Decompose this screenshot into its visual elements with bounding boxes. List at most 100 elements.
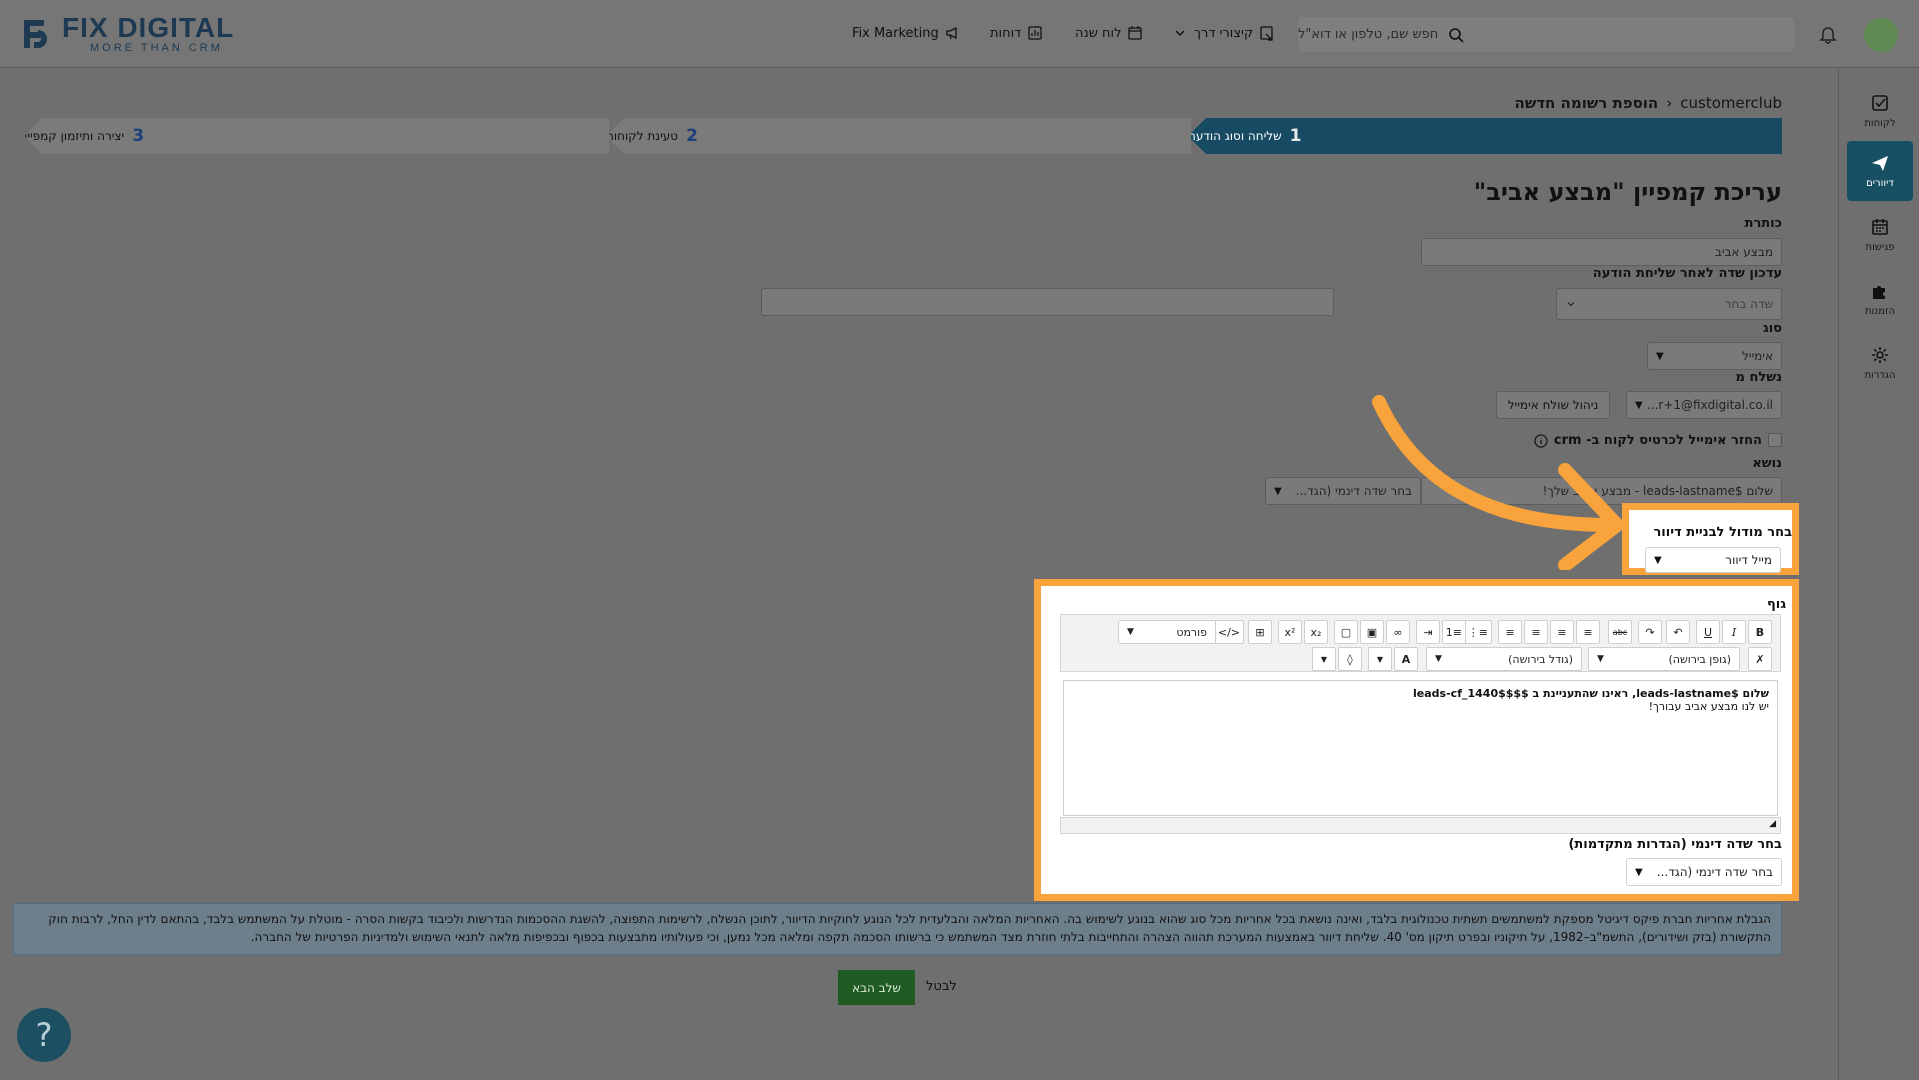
breadcrumb-separator-icon: ›: [1666, 94, 1673, 112]
body-label: גוף: [1766, 597, 1786, 612]
logo[interactable]: FIX DIGITAL MORE THAN CRM: [20, 12, 250, 56]
numbered-list-icon[interactable]: 1≡: [1441, 620, 1466, 644]
body-editor[interactable]: שלום $leads-lastname, ראינו שהתעניינת ב …: [1063, 680, 1778, 816]
puzzle-icon: [1873, 286, 1885, 299]
page-title: עריכת קמפיין "מבצע אביב": [1473, 178, 1782, 206]
size-select[interactable]: (גודל בירושה) ▼: [1426, 647, 1582, 671]
logo-text: FIX DIGITAL: [62, 12, 235, 43]
bold-button[interactable]: B: [1748, 620, 1772, 644]
nav-fix-marketing[interactable]: Fix Marketing: [852, 22, 961, 44]
background-color-dropdown-icon[interactable]: ▼: [1312, 647, 1336, 671]
editor-resize-bar[interactable]: ◢: [1060, 817, 1781, 834]
sender-select[interactable]: r+1@fixdigital.co.il... ▼: [1626, 391, 1782, 419]
strikethrough-icon[interactable]: abc: [1608, 620, 1632, 644]
dropdown-arrow-icon: ▼: [1635, 866, 1643, 878]
align-left-icon[interactable]: ≡: [1498, 620, 1522, 644]
dropdown-arrow-icon: ▼: [1654, 554, 1662, 566]
rail-item-customers[interactable]: לקוחות: [1847, 81, 1913, 141]
next-step-button[interactable]: שלב הבא: [838, 970, 915, 1005]
step-number: 3: [132, 126, 145, 146]
indent-icon[interactable]: ⇥: [1416, 620, 1440, 644]
advanced-dynamic-value: בחר שדה דינמי (הגד...: [1656, 865, 1773, 879]
image-icon[interactable]: ▣: [1360, 620, 1384, 644]
align-center-icon[interactable]: ≡: [1550, 620, 1574, 644]
document-icon[interactable]: ▢: [1334, 620, 1358, 644]
align-justify-icon[interactable]: ≡: [1576, 620, 1600, 644]
rail-item-mailings[interactable]: דיוורים: [1847, 141, 1913, 201]
nav-label: Fix Marketing: [852, 25, 939, 41]
dropdown-arrow-icon: ▼: [1656, 350, 1664, 362]
source-code-icon[interactable]: </>: [1213, 620, 1244, 644]
advanced-dynamic-label: בחר שדה דינמי (הגדרות מתקדמות): [1568, 837, 1782, 852]
clear-format-icon[interactable]: ✗: [1748, 647, 1772, 671]
step-label: טעינת לקוחות: [606, 129, 679, 143]
nav-label: קיצורי דרך: [1194, 25, 1254, 41]
send-icon: [1872, 156, 1888, 171]
search-input[interactable]: חפש שם, טלפון או דוא"ל: [1298, 17, 1794, 52]
nav-label: לוח שנה: [1075, 25, 1122, 41]
update-value-input[interactable]: [761, 288, 1334, 316]
type-select[interactable]: אימייל ▼: [1647, 342, 1782, 370]
dropdown-arrow-icon: ▼: [1127, 627, 1134, 637]
advanced-dynamic-select[interactable]: בחר שדה דינמי (הגד... ▼: [1626, 858, 1782, 886]
bullet-list-icon[interactable]: ⋮≡: [1463, 620, 1492, 644]
step-number: 2: [686, 126, 698, 146]
cancel-link[interactable]: לבטל: [926, 979, 957, 994]
logo-tagline: MORE THAN CRM: [90, 42, 223, 54]
italic-button[interactable]: I: [1722, 620, 1746, 644]
module-select[interactable]: מייל דיוור ▼: [1645, 547, 1781, 573]
rail-label: הגדרות: [1864, 370, 1896, 381]
nav-calendar[interactable]: לוח שנה: [1075, 22, 1143, 44]
calendar-icon: [1872, 219, 1888, 235]
resize-handle-icon[interactable]: ◢: [1769, 819, 1776, 829]
table-icon[interactable]: ⊞: [1248, 620, 1272, 644]
underline-button[interactable]: U: [1696, 620, 1720, 644]
subscript-icon[interactable]: x₂: [1304, 620, 1328, 644]
step-label: יצירה ותיזמון קמפיין: [24, 129, 125, 143]
legal-disclaimer: הגבלת אחריות חברת פיקס דיגיטל מספקת למשת…: [13, 903, 1782, 955]
update-field-select[interactable]: שדה בחר: [1556, 288, 1782, 320]
breadcrumb-root[interactable]: customerclub: [1680, 94, 1782, 112]
breadcrumb-current: הוספת רשומה חדשה: [1514, 94, 1659, 112]
rail-item-meetings[interactable]: פגישות: [1847, 205, 1913, 265]
text-color-button[interactable]: A: [1394, 647, 1418, 671]
dropdown-arrow-icon: ▼: [1435, 654, 1442, 664]
title-value: מבצע אביב: [1714, 245, 1773, 259]
redo-icon[interactable]: ↷: [1638, 620, 1662, 644]
format-select[interactable]: פורמט ▼: [1118, 620, 1216, 644]
title-field[interactable]: מבצע אביב: [1421, 238, 1782, 266]
background-color-icon[interactable]: ◊: [1338, 647, 1362, 671]
calendar-icon: [1128, 26, 1143, 40]
nav-shortcuts[interactable]: קיצורי דרך: [1172, 22, 1275, 44]
bell-icon[interactable]: [1818, 24, 1838, 44]
rail-label: פגישות: [1865, 242, 1895, 253]
body-line-1: שלום $leads-lastname, ראינו שהתעניינת ב …: [1413, 687, 1769, 700]
text-color-dropdown-icon[interactable]: ▼: [1368, 647, 1392, 671]
link-icon[interactable]: ∞: [1386, 620, 1410, 644]
font-label: (גופן בירושה): [1668, 652, 1731, 666]
step-2[interactable]: 2 טעינת לקוחות: [606, 118, 1191, 154]
rail-label: לקוחות: [1864, 118, 1896, 129]
undo-icon[interactable]: ↶: [1666, 620, 1690, 644]
chevron-down-icon: [1175, 30, 1185, 37]
subject-label: נושא: [1752, 456, 1782, 471]
align-right-icon[interactable]: ≡: [1524, 620, 1548, 644]
module-value: מייל דיוור: [1725, 553, 1772, 567]
logo-mark-icon: [24, 20, 47, 48]
superscript-icon[interactable]: x²: [1278, 620, 1302, 644]
avatar[interactable]: [1864, 18, 1898, 52]
crm-checkbox[interactable]: [1768, 433, 1782, 447]
type-value: אימייל: [1741, 349, 1773, 363]
rail-item-orders[interactable]: הזמנות: [1847, 269, 1913, 329]
checkbox-icon: [1872, 95, 1888, 111]
search-placeholder: חפש שם, טלפון או דוא"ל: [1298, 27, 1439, 42]
font-select[interactable]: (גופן בירושה) ▼: [1588, 647, 1740, 671]
help-button[interactable]: ?: [17, 1008, 71, 1062]
annotation-arrow-icon: [1372, 395, 1624, 570]
nav-reports[interactable]: דוחות: [990, 22, 1043, 44]
step-1[interactable]: 1 שליחה וסוג הודעה: [1188, 118, 1782, 154]
rail-item-settings[interactable]: הגדרות: [1847, 333, 1913, 393]
step-3[interactable]: 3 יצירה ותיזמון קמפיין: [24, 118, 609, 154]
bar-chart-icon: [1028, 26, 1042, 40]
format-label: פורמט: [1176, 625, 1207, 639]
